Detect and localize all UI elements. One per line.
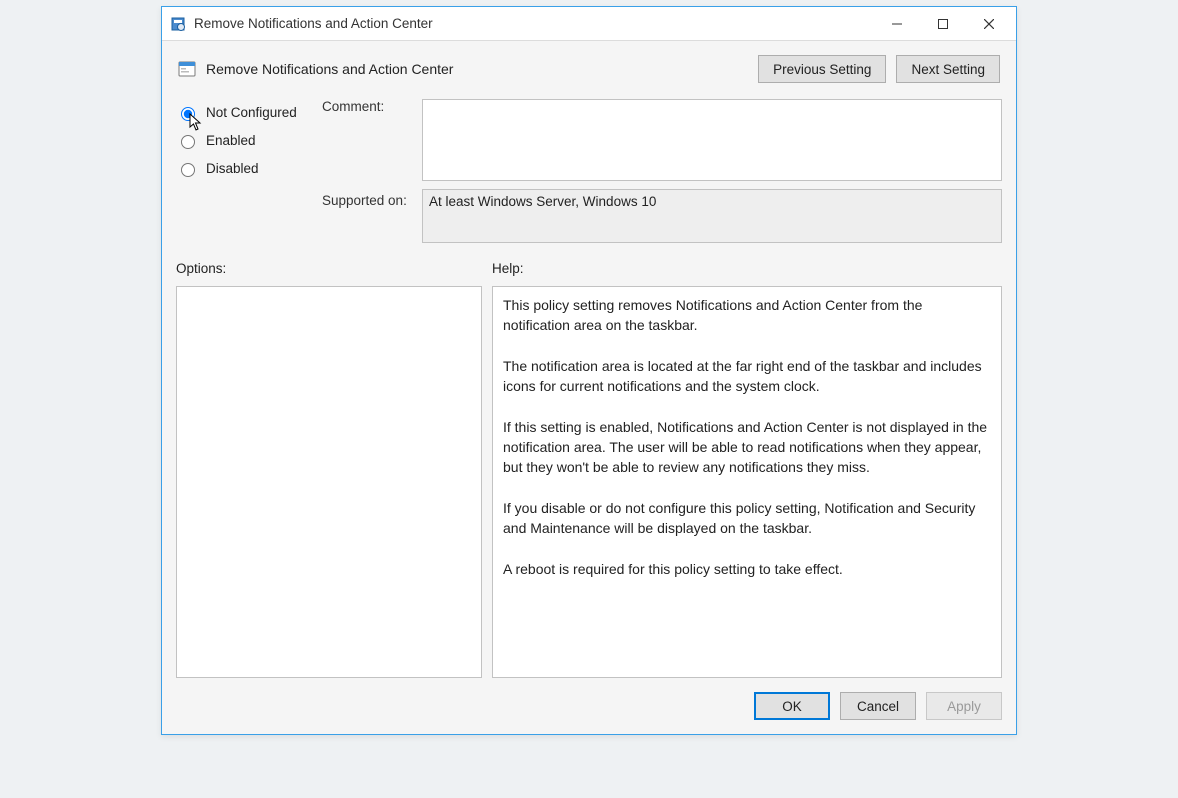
options-panel — [176, 286, 482, 678]
radio-enabled[interactable]: Enabled — [176, 129, 316, 157]
config-grid: Not Configured Enabled Disabled Comment: — [176, 93, 1002, 255]
dialog-window: Remove Notifications and Action Center — [161, 6, 1017, 735]
previous-setting-button[interactable]: Previous Setting — [758, 55, 886, 83]
radio-label: Disabled — [206, 161, 259, 176]
titlebar: Remove Notifications and Action Center — [162, 7, 1016, 41]
footer-buttons: OK Cancel Apply — [176, 678, 1002, 720]
radio-disabled[interactable]: Disabled — [176, 157, 316, 185]
radio-label: Enabled — [206, 133, 256, 148]
app-icon — [170, 16, 186, 32]
window-controls — [874, 9, 1012, 39]
supported-on-value: At least Windows Server, Windows 10 — [429, 194, 656, 209]
supported-on-label: Supported on: — [322, 189, 416, 208]
cancel-button[interactable]: Cancel — [840, 692, 916, 720]
minimize-button[interactable] — [874, 9, 920, 39]
policy-title: Remove Notifications and Action Center — [206, 61, 453, 77]
next-setting-button[interactable]: Next Setting — [896, 55, 1000, 83]
comment-textarea[interactable] — [422, 99, 1002, 181]
panels: This policy setting removes Notification… — [176, 286, 1002, 678]
maximize-button[interactable] — [920, 9, 966, 39]
header-row: Remove Notifications and Action Center P… — [176, 51, 1002, 93]
dialog-content: Remove Notifications and Action Center P… — [162, 41, 1016, 734]
window-title: Remove Notifications and Action Center — [194, 16, 874, 31]
supported-on-box: At least Windows Server, Windows 10 — [422, 189, 1002, 243]
section-labels: Options: Help: — [176, 261, 1002, 276]
comment-label: Comment: — [322, 99, 416, 114]
help-panel[interactable]: This policy setting removes Notification… — [492, 286, 1002, 678]
state-radios: Not Configured Enabled Disabled — [176, 99, 316, 185]
options-label: Options: — [176, 261, 482, 276]
help-text: This policy setting removes Notification… — [493, 287, 1001, 587]
apply-button[interactable]: Apply — [926, 692, 1002, 720]
close-button[interactable] — [966, 9, 1012, 39]
radio-not-configured[interactable]: Not Configured — [176, 101, 316, 129]
help-label: Help: — [492, 261, 524, 276]
ok-button[interactable]: OK — [754, 692, 830, 720]
policy-icon — [178, 60, 196, 78]
radio-not-configured-input[interactable] — [181, 107, 195, 121]
radio-enabled-input[interactable] — [181, 135, 195, 149]
radio-label: Not Configured — [206, 105, 297, 120]
nav-buttons: Previous Setting Next Setting — [758, 55, 1000, 83]
radio-disabled-input[interactable] — [181, 163, 195, 177]
